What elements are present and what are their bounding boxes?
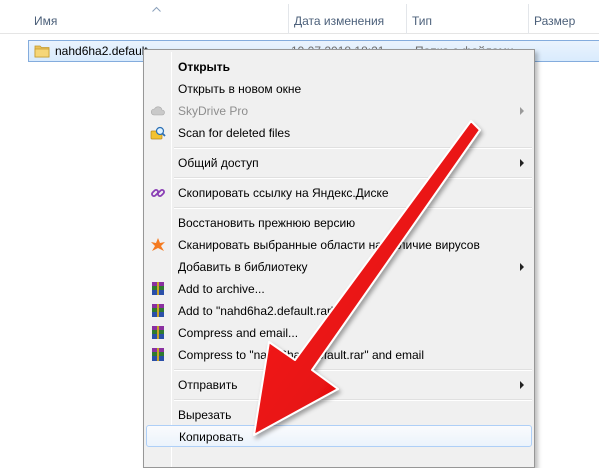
menu-item-restore[interactable]: Восстановить прежнюю версию	[146, 212, 532, 234]
context-menu: Открыть Открыть в новом окне SkyDrive Pr…	[143, 49, 535, 468]
file-name: nahd6ha2.default	[55, 44, 148, 58]
menu-item-add-library[interactable]: Добавить в библиотеку	[146, 256, 532, 278]
menu-item-label: Сканировать выбранные области на наличие…	[178, 238, 480, 252]
menu-item-scan-deleted[interactable]: Scan for deleted files	[146, 122, 532, 144]
menu-item-copy[interactable]: Копировать	[146, 425, 532, 447]
menu-item-label: Add to "nahd6ha2.default.rar"	[178, 304, 336, 318]
magnifier-icon	[150, 126, 166, 140]
avast-icon	[151, 238, 165, 251]
menu-separator	[174, 399, 532, 401]
menu-item-label: Scan for deleted files	[178, 126, 291, 140]
menu-item-label: Add to archive...	[178, 282, 265, 296]
menu-item-add-rar[interactable]: Add to "nahd6ha2.default.rar"	[146, 300, 532, 322]
menu-item-label: Открыть	[178, 60, 231, 74]
menu-separator	[174, 177, 532, 179]
winrar-icon	[152, 282, 164, 295]
folder-icon	[34, 45, 50, 58]
menu-separator	[174, 369, 532, 371]
menu-item-scan-virus[interactable]: Сканировать выбранные области на наличие…	[146, 234, 532, 256]
menu-item-label: Скопировать ссылку на Яндекс.Диске	[178, 186, 389, 200]
column-type[interactable]: Тип	[406, 0, 528, 34]
menu-item-cut[interactable]: Вырезать	[146, 404, 532, 426]
chevron-right-icon	[520, 107, 524, 115]
menu-item-open[interactable]: Открыть	[146, 56, 532, 78]
menu-item-label: Отправить	[178, 378, 238, 392]
menu-item-compress-rar-email[interactable]: Compress to "nahd6ha2.default.rar" and e…	[146, 344, 532, 366]
menu-item-label: Открыть в новом окне	[178, 82, 302, 96]
menu-item-label: Общий доступ	[178, 156, 259, 170]
menu-item-yandex-link[interactable]: Скопировать ссылку на Яндекс.Диске	[146, 182, 532, 204]
menu-item-label: Compress to "nahd6ha2.default.rar" and e…	[178, 348, 424, 362]
winrar-icon	[152, 348, 164, 361]
menu-item-label: Добавить в библиотеку	[178, 260, 308, 274]
menu-item-compress-email[interactable]: Compress and email...	[146, 322, 532, 344]
chevron-right-icon	[520, 381, 524, 389]
menu-separator	[174, 147, 532, 149]
menu-item-share[interactable]: Общий доступ	[146, 152, 532, 174]
menu-item-label: Восстановить прежнюю версию	[178, 216, 356, 230]
menu-item-add-archive[interactable]: Add to archive...	[146, 278, 532, 300]
menu-item-label: Compress and email...	[178, 326, 299, 340]
menu-item-label: Вырезать	[178, 408, 232, 422]
menu-item-label: SkyDrive Pro	[178, 104, 249, 118]
chevron-right-icon	[520, 263, 524, 271]
cloud-icon	[150, 106, 165, 116]
column-header-bar: Имя Дата изменения Тип Размер	[0, 0, 599, 34]
link-icon	[151, 189, 165, 197]
menu-item-label: Копировать	[179, 430, 244, 444]
winrar-icon	[152, 326, 164, 339]
menu-item-skydrive[interactable]: SkyDrive Pro	[146, 100, 532, 122]
column-date[interactable]: Дата изменения	[288, 0, 406, 34]
menu-separator	[174, 207, 532, 209]
chevron-right-icon	[520, 159, 524, 167]
menu-item-send-to[interactable]: Отправить	[146, 374, 532, 396]
menu-item-open-new-window[interactable]: Открыть в новом окне	[146, 78, 532, 100]
sort-caret-icon	[152, 6, 161, 12]
winrar-icon	[152, 304, 164, 317]
column-size[interactable]: Размер	[528, 0, 599, 34]
